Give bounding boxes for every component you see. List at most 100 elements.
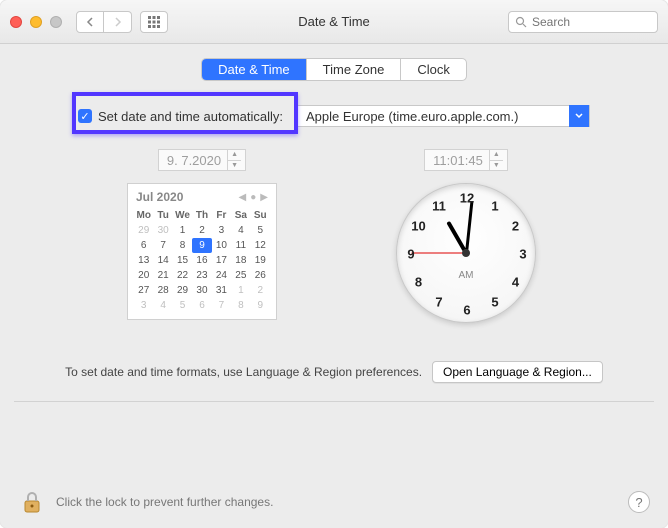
calendar-day[interactable]: 12 [251,238,270,253]
auto-set-row: ✓ Set date and time automatically: Apple… [78,105,590,127]
calendar-day[interactable]: 10 [212,238,231,253]
chevron-down-icon [569,105,589,127]
tab-date-time[interactable]: Date & Time [202,59,307,80]
auto-set-label: Set date and time automatically: [98,109,283,124]
window-controls [10,16,62,28]
titlebar: Date & Time [0,0,668,44]
calendar-day[interactable]: 21 [153,268,172,283]
calendar-day[interactable]: 13 [134,253,153,268]
calendar-day[interactable]: 3 [212,223,231,238]
time-value: 11:01:45 [433,153,483,168]
calendar-day[interactable]: 22 [173,268,192,283]
calendar-day[interactable]: 4 [153,298,172,313]
clock-number: 3 [519,247,526,262]
calendar-day[interactable]: 11 [231,238,250,253]
calendar-day[interactable]: 8 [173,238,192,253]
open-language-region-button[interactable]: Open Language & Region... [432,361,603,383]
calendar-day[interactable]: 30 [153,223,172,238]
date-field[interactable]: 9. 7.2020 ▲▼ [158,149,246,171]
lock-text: Click the lock to prevent further change… [56,495,273,509]
divider [14,401,654,402]
calendar-today-icon[interactable]: ● [250,192,256,203]
calendar-day[interactable]: 2 [192,223,211,238]
back-button[interactable] [76,11,104,33]
calendar-day[interactable]: 2 [251,283,270,298]
clock-number: 4 [512,275,519,290]
calendar-day[interactable]: 27 [134,283,153,298]
time-server-value: Apple Europe (time.euro.apple.com.) [306,109,518,124]
minimize-window-button[interactable] [30,16,42,28]
calendar-day[interactable]: 18 [231,253,250,268]
auto-set-checkbox[interactable]: ✓ [78,109,92,123]
calendar-dow: Tu [153,208,172,223]
clock-number: 9 [407,247,414,262]
clock-number: 5 [491,295,498,310]
calendar-day[interactable]: 3 [134,298,153,313]
calendar-day[interactable]: 24 [212,268,231,283]
time-stepper[interactable]: ▲▼ [489,149,503,171]
calendar-day[interactable]: 1 [231,283,250,298]
calendar-day[interactable]: 30 [192,283,211,298]
calendar-day[interactable]: 15 [173,253,192,268]
calendar-prev-icon[interactable]: ◀ [239,192,247,203]
calendar-day[interactable]: 5 [251,223,270,238]
calendar[interactable]: Jul 2020 ◀ ● ▶ MoTuWeThFrSaSu29301234567… [127,183,277,320]
calendar-dow: Su [251,208,270,223]
tab-clock[interactable]: Clock [401,59,466,80]
calendar-day[interactable]: 4 [231,223,250,238]
formats-note: To set date and time formats, use Langua… [65,365,422,379]
calendar-day[interactable]: 5 [173,298,192,313]
calendar-day[interactable]: 29 [173,283,192,298]
calendar-dow: Sa [231,208,250,223]
calendar-day[interactable]: 25 [231,268,250,283]
calendar-day[interactable]: 1 [173,223,192,238]
calendar-day[interactable]: 6 [134,238,153,253]
calendar-day[interactable]: 17 [212,253,231,268]
clock-number: 2 [512,219,519,234]
formats-note-row: To set date and time formats, use Langua… [0,361,668,383]
tab-bar: Date & Time Time Zone Clock [0,58,668,81]
calendar-day[interactable]: 14 [153,253,172,268]
forward-button[interactable] [104,11,132,33]
date-stepper[interactable]: ▲▼ [227,149,241,171]
clock-ampm: AM [459,270,474,281]
close-window-button[interactable] [10,16,22,28]
date-value: 9. 7.2020 [167,153,221,168]
calendar-day[interactable]: 31 [212,283,231,298]
calendar-day[interactable]: 23 [192,268,211,283]
calendar-day[interactable]: 8 [231,298,250,313]
calendar-dow: Mo [134,208,153,223]
calendar-day[interactable]: 29 [134,223,153,238]
calendar-day[interactable]: 28 [153,283,172,298]
calendar-dow: We [173,208,192,223]
tab-time-zone[interactable]: Time Zone [307,59,402,80]
clock-number: 11 [432,198,446,213]
calendar-day[interactable]: 16 [192,253,211,268]
time-server-select[interactable]: Apple Europe (time.euro.apple.com.) [297,105,590,127]
clock-number: 7 [435,295,442,310]
analog-clock: AM 121234567891011 [396,183,536,323]
calendar-day[interactable]: 19 [251,253,270,268]
zoom-window-button[interactable] [50,16,62,28]
show-all-button[interactable] [140,11,168,33]
search-field[interactable] [508,11,658,33]
calendar-day[interactable]: 6 [192,298,211,313]
help-button[interactable]: ? [628,491,650,513]
lock-icon[interactable] [18,488,46,516]
calendar-day[interactable]: 9 [251,298,270,313]
search-input[interactable] [532,15,651,29]
calendar-dow: Fr [212,208,231,223]
calendar-next-icon[interactable]: ▶ [260,192,268,203]
calendar-day[interactable]: 7 [153,238,172,253]
calendar-day-selected[interactable]: 9 [192,238,211,253]
clock-number: 8 [415,275,422,290]
calendar-day[interactable]: 20 [134,268,153,283]
clock-number: 10 [411,219,425,234]
calendar-day[interactable]: 7 [212,298,231,313]
clock-number: 12 [460,191,474,206]
clock-number: 1 [491,198,498,213]
time-field[interactable]: 11:01:45 ▲▼ [424,149,508,171]
calendar-dow: Th [192,208,211,223]
calendar-day[interactable]: 26 [251,268,270,283]
prefs-window: Date & Time Date & Time Time Zone Clock … [0,0,668,528]
